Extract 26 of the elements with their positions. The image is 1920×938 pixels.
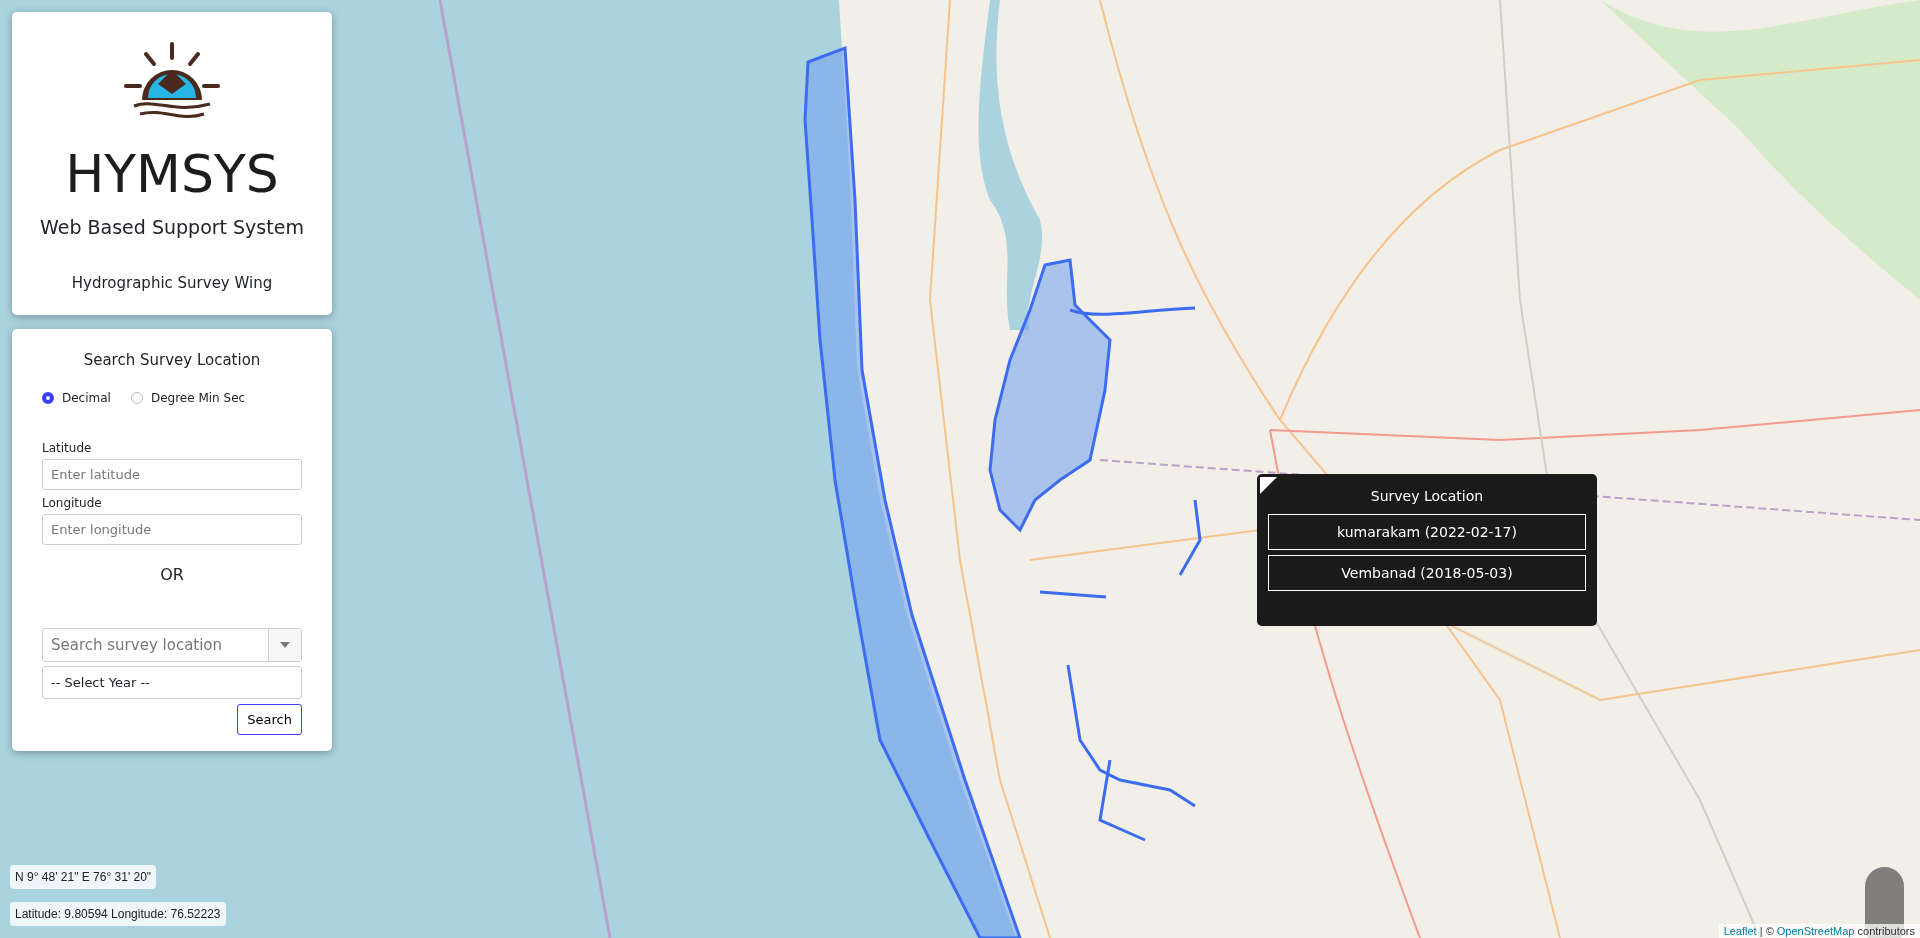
coordinate-input[interactable]: Enter latitude (42, 459, 302, 490)
format-radio[interactable]: Decimal (42, 391, 111, 405)
app-title: HYMSYS (65, 144, 279, 204)
search-button[interactable]: Search (237, 704, 302, 735)
corner-triangle-icon (1260, 477, 1277, 494)
leaflet-link[interactable]: Leaflet (1723, 925, 1757, 937)
decimal-coordinates: Latitude: 9.80594 Longitude: 76.52223 (10, 902, 226, 926)
survey-item[interactable]: kumarakam (2022-02-17) (1268, 514, 1586, 550)
app-subtitle: Web Based Support System (40, 216, 304, 238)
dms-coordinates: N 9° 48' 21" E 76° 31' 20" (10, 865, 157, 889)
search-title: Search Survey Location (82, 351, 262, 369)
survey-item[interactable]: Vembanad (2018-05-03) (1268, 555, 1586, 591)
attribution-text: Leaflet | © OpenStreetMap contributors (1718, 924, 1920, 938)
format-radio[interactable]: Degree Min Sec (130, 391, 246, 405)
coordinate-input[interactable]: Enter longitude (42, 514, 302, 545)
location-search-field[interactable]: Search survey location (42, 628, 302, 662)
caret-icon[interactable] (280, 642, 290, 648)
openstreetmap-link[interactable]: OpenStreetMap (1776, 925, 1855, 937)
field-label: Longitude (42, 496, 103, 510)
field-label: Latitude (42, 441, 93, 455)
radio-icon[interactable] (42, 392, 54, 404)
or-separator: OR (159, 565, 185, 584)
department-name: Hydrographic Survey Wing (71, 274, 273, 292)
radio-icon[interactable] (130, 392, 143, 404)
popup-title: Survey Location (1370, 488, 1484, 504)
year-select[interactable]: -- Select Year -- (42, 666, 302, 699)
